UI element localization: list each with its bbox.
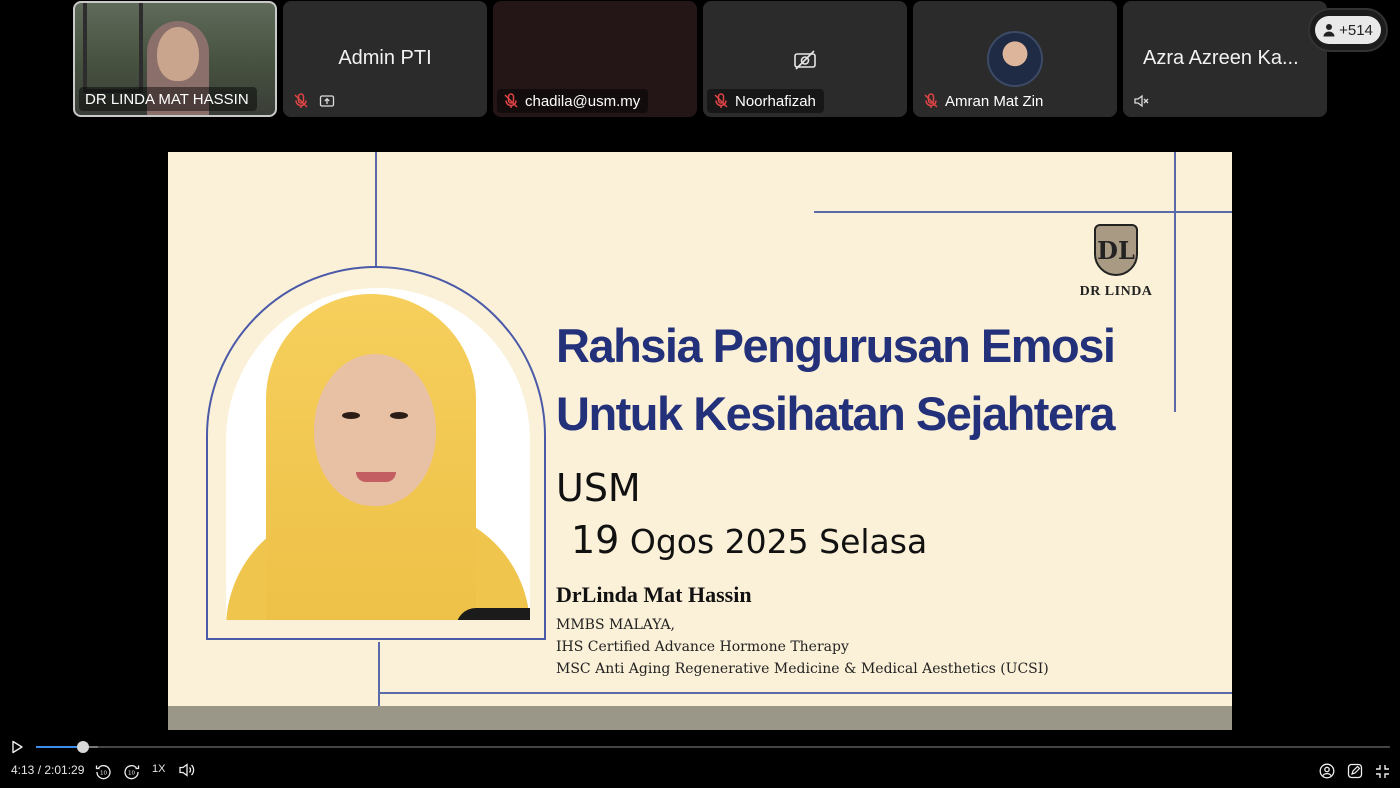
progress-track[interactable] [36, 746, 1390, 748]
rewind-10-button[interactable]: 10 [94, 762, 112, 780]
participant-name: Amran Mat Zin [945, 92, 1044, 110]
participant-count: +514 [1339, 21, 1373, 39]
slide-title-line: Untuk Kesihatan Sejahtera [556, 387, 1116, 440]
svg-text:10: 10 [100, 770, 107, 776]
photo-eye [342, 412, 360, 419]
participant-name-label: Noorhafizah [707, 89, 824, 113]
mic-off-icon [924, 93, 938, 108]
photo-mouth [356, 472, 396, 482]
participant-tile-amran[interactable]: Amran Mat Zin [913, 1, 1117, 117]
forward-10-button[interactable]: 10 [122, 762, 140, 780]
participant-tile-azra[interactable]: Azra Azreen Ka... [1123, 1, 1327, 117]
logo-mark: DL [1094, 224, 1138, 276]
brand-logo: DL DR LINDA [1074, 224, 1158, 300]
participant-tile-admin-pti[interactable]: Admin PTI [283, 1, 487, 117]
participant-tile-dr-linda[interactable]: DR LINDA MAT HASSIN [73, 1, 277, 117]
logo-text: DR LINDA [1079, 284, 1153, 299]
date-rest: Ogos 2025 Selasa [619, 522, 928, 561]
credential-line: IHS Certified Advance Hormone Therapy [556, 639, 849, 655]
credential-line: MSC Anti Aging Regenerative Medicine & M… [556, 661, 1049, 677]
participant-name: Noorhafizah [735, 92, 816, 110]
participant-count-button[interactable]: +514 [1308, 8, 1388, 52]
participant-status [287, 89, 343, 113]
forward-10-icon: 10 [123, 764, 139, 779]
progress-handle[interactable] [77, 741, 89, 753]
photo-shirt [456, 608, 530, 620]
play-button[interactable] [8, 738, 26, 756]
rewind-10-icon: 10 [95, 764, 111, 779]
venue-text: USM [556, 466, 641, 510]
volume-icon [179, 763, 195, 777]
credential-line: MMBS MALAYA, [556, 617, 675, 633]
speaker-name: DrLinda Mat Hassin [556, 582, 752, 607]
play-icon [12, 740, 23, 754]
presentation-slide: DL DR LINDA Rahsia Pengurusan Emosi Untu… [168, 152, 1232, 730]
participant-tile-chadila[interactable]: chadila@usm.my [493, 1, 697, 117]
participant-tile-noorhafizah[interactable]: Noorhafizah [703, 1, 907, 117]
volume-button[interactable] [177, 761, 197, 779]
participant-name: Azra Azreen Ka... [1143, 47, 1299, 69]
screen-share-icon [319, 95, 335, 107]
decor-line [1174, 152, 1176, 412]
participant-name: Admin PTI [338, 47, 432, 69]
mic-off-icon [714, 93, 728, 108]
photo-eye [390, 412, 408, 419]
speaker-photo-frame [206, 266, 546, 640]
decor-line [375, 152, 377, 266]
exit-fullscreen-button[interactable] [1373, 762, 1391, 780]
exit-fullscreen-icon [1375, 764, 1389, 778]
progress-fill [36, 746, 83, 748]
slide-title: Rahsia Pengurusan Emosi Untuk Kesihatan … [556, 312, 1116, 448]
speaker-photo [226, 288, 530, 620]
participant-name: DR LINDA MAT HASSIN [85, 90, 249, 108]
event-date: 19 Ogos 2025 Selasa [571, 518, 927, 562]
edit-note-icon [1347, 763, 1363, 779]
mic-off-icon [504, 93, 518, 108]
background-window [83, 3, 143, 93]
svg-text:10: 10 [128, 770, 135, 776]
decor-line [814, 211, 1232, 213]
person-icon [1323, 24, 1335, 37]
date-day: 19 [571, 518, 620, 562]
camera-off-icon [794, 50, 816, 70]
mic-off-icon [294, 93, 308, 108]
photo-face [314, 354, 436, 506]
participant-status [1127, 89, 1157, 113]
time-display: 4:13 / 2:01:29 [11, 763, 85, 777]
avatar [987, 31, 1043, 87]
annotate-button[interactable] [1346, 762, 1364, 780]
speaker-muted-icon [1134, 94, 1149, 108]
speaker-credentials: MMBS MALAYA, IHS Certified Advance Hormo… [556, 614, 1049, 680]
slide-footer-bar [168, 706, 1232, 730]
playback-speed-button[interactable]: 1X [152, 763, 165, 775]
participant-name-label: Amran Mat Zin [917, 89, 1051, 113]
participant-name-label: DR LINDA MAT HASSIN [79, 87, 257, 111]
account-circle-icon [1319, 763, 1335, 779]
account-button[interactable] [1318, 762, 1336, 780]
slide-title-line: Rahsia Pengurusan Emosi [556, 319, 1116, 372]
participant-name: chadila@usm.my [525, 92, 641, 110]
participant-face [157, 27, 199, 81]
participant-name-label: chadila@usm.my [497, 89, 649, 113]
decor-line [380, 692, 1232, 694]
